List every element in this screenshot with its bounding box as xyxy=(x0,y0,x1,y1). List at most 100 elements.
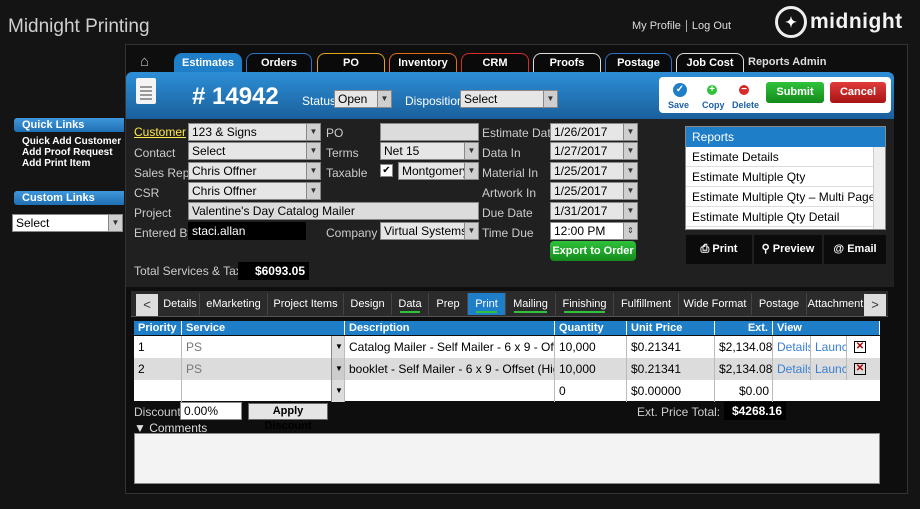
details-link[interactable]: Details xyxy=(773,358,811,380)
chevron-down-icon[interactable]: ▼ xyxy=(331,358,345,380)
cell-quantity[interactable]: 10,000 xyxy=(555,336,627,358)
preview-button[interactable]: ⚲ Preview xyxy=(754,235,822,264)
customer-link[interactable]: Customer xyxy=(134,125,186,139)
subtab-design[interactable]: Design xyxy=(344,293,392,315)
save-button[interactable]: Save xyxy=(668,100,689,110)
csr-select[interactable]: Chris Offner ▼ xyxy=(188,182,321,200)
print-button[interactable]: ⎙ Print xyxy=(686,235,752,264)
report-item[interactable]: Estimate Multiple Qty xyxy=(686,167,885,187)
material-in-value: 1/25/2017 xyxy=(554,164,608,178)
company-select[interactable]: Virtual Systems ▼ xyxy=(380,222,479,240)
cell-unit-price[interactable]: $0.00000 xyxy=(627,380,715,402)
po-label: PO xyxy=(326,126,344,140)
cell-unit-price[interactable]: $0.21341 xyxy=(627,336,715,358)
chevron-left-icon[interactable]: < xyxy=(136,294,158,316)
add-print-item-link[interactable]: Add Print Item xyxy=(22,158,90,169)
delete-row-icon[interactable]: ✕ xyxy=(854,341,866,353)
terms-select[interactable]: Net 15 ▼ xyxy=(380,142,479,160)
discount-input[interactable]: 0.00% xyxy=(180,402,242,420)
artwork-in-picker[interactable]: 1/25/2017 ▼ xyxy=(550,182,638,200)
cell-service[interactable]: PS xyxy=(182,358,345,380)
chevron-down-icon[interactable]: ▼ xyxy=(331,336,345,358)
home-icon[interactable]: ⌂ xyxy=(140,53,160,70)
subtab-details[interactable]: Details xyxy=(161,293,200,315)
subtab-mailing[interactable]: Mailing xyxy=(506,293,556,315)
chevron-right-icon[interactable]: > xyxy=(864,294,886,316)
tab-orders[interactable]: Orders xyxy=(246,53,312,73)
tab-inventory[interactable]: Inventory xyxy=(389,53,457,73)
export-to-order-button[interactable]: Export to Order xyxy=(550,241,636,261)
cancel-button[interactable]: Cancel xyxy=(830,82,886,103)
status-select[interactable]: Open ▼ xyxy=(334,90,392,108)
tax-location-select[interactable]: Montgomery ▼ xyxy=(398,162,479,180)
time-due-spinner[interactable]: 12:00 PM ⇕ xyxy=(550,222,638,240)
launch-link[interactable]: Launch xyxy=(811,336,847,358)
report-item[interactable]: Estimate Details xyxy=(686,147,885,167)
customer-select[interactable]: 123 & Signs ▼ xyxy=(188,123,321,141)
cell-service[interactable]: PS xyxy=(182,336,345,358)
comments-textarea[interactable] xyxy=(134,433,880,484)
reports-admin-link[interactable]: Reports Admin xyxy=(748,56,826,68)
tab-postage[interactable]: Postage xyxy=(605,53,672,73)
save-icon[interactable]: ✓ xyxy=(673,83,687,97)
cell-description[interactable]: booklet - Self Mailer - 6 x 9 - Offset (… xyxy=(345,358,555,380)
cell-quantity[interactable]: 0 xyxy=(555,380,627,402)
custom-links-select[interactable]: Select ▼ xyxy=(12,214,123,232)
subtab-data[interactable]: Data xyxy=(392,293,429,315)
chevron-down-icon: ▼ xyxy=(623,183,637,199)
subtab-prep[interactable]: Prep xyxy=(429,293,468,315)
material-in-picker[interactable]: 1/25/2017 ▼ xyxy=(550,162,638,180)
tab-po[interactable]: PO xyxy=(317,53,385,73)
delete-row-icon[interactable]: ✕ xyxy=(854,363,866,375)
subtab-project-items[interactable]: Project Items xyxy=(268,293,344,315)
artwork-in-label: Artwork In xyxy=(482,186,537,200)
estimate-date-picker[interactable]: 1/26/2017 ▼ xyxy=(550,123,638,141)
subtab-attachment[interactable]: Attachment xyxy=(807,293,865,315)
apply-discount-button[interactable]: Apply Discount xyxy=(248,403,328,432)
subtab-emarketing[interactable]: eMarketing xyxy=(200,293,268,315)
po-input[interactable] xyxy=(380,123,479,141)
logout-link[interactable]: Log Out xyxy=(685,20,737,32)
cell-description[interactable]: Catalog Mailer - Self Mailer - 6 x 9 - O… xyxy=(345,336,555,358)
taxable-checkbox[interactable]: ✔ xyxy=(380,164,393,177)
reports-scrollbar[interactable] xyxy=(873,147,885,229)
delete-icon[interactable]: − xyxy=(739,85,749,95)
subtab-wide-format[interactable]: Wide Format xyxy=(679,293,752,315)
cell-priority: 2 xyxy=(134,358,182,380)
report-item[interactable]: Estimate Multiple Qty Detail xyxy=(686,207,885,227)
subtab-print[interactable]: Print xyxy=(468,293,506,315)
logo-text: midnight xyxy=(810,10,903,33)
project-input[interactable]: Valentine's Day Catalog Mailer xyxy=(188,202,479,220)
my-profile-link[interactable]: My Profile xyxy=(627,20,686,32)
report-item[interactable]: Estimate Multiple Qty – Multi Page xyxy=(686,187,885,207)
email-button[interactable]: @ Email xyxy=(824,235,886,264)
tab-job-cost[interactable]: Job Cost xyxy=(676,53,744,73)
subtab-fulfillment[interactable]: Fulfillment xyxy=(614,293,679,315)
copy-icon[interactable]: + xyxy=(707,85,717,95)
cell-unit-price[interactable]: $0.21341 xyxy=(627,358,715,380)
copy-button[interactable]: Copy xyxy=(702,100,725,110)
time-due-label: Time Due xyxy=(482,226,534,240)
tab-estimates[interactable]: Estimates xyxy=(174,53,242,74)
taxable-label: Taxable xyxy=(326,166,368,180)
sales-rep-select[interactable]: Chris Offner ▼ xyxy=(188,162,321,180)
submit-button[interactable]: Submit xyxy=(766,82,824,103)
delete-button[interactable]: Delete xyxy=(732,100,759,110)
tab-proofs[interactable]: Proofs xyxy=(533,53,601,73)
data-in-picker[interactable]: 1/27/2017 ▼ xyxy=(550,142,638,160)
add-proof-request-link[interactable]: Add Proof Request xyxy=(22,147,113,158)
cell-service[interactable] xyxy=(182,380,345,402)
disposition-select[interactable]: Select ▼ xyxy=(460,90,558,108)
quick-add-customer-link[interactable]: Quick Add Customer xyxy=(22,136,121,147)
launch-link[interactable]: Launch xyxy=(811,358,847,380)
subtab-postage[interactable]: Postage xyxy=(752,293,807,315)
tab-crm[interactable]: CRM xyxy=(461,53,529,73)
details-link[interactable]: Details xyxy=(773,336,811,358)
preview-label: Preview xyxy=(772,243,815,255)
contact-select[interactable]: Select ▼ xyxy=(188,142,321,160)
due-date-picker[interactable]: 1/31/2017 ▼ xyxy=(550,202,638,220)
subtab-finishing[interactable]: Finishing xyxy=(556,293,614,315)
cell-quantity[interactable]: 10,000 xyxy=(555,358,627,380)
cell-description[interactable] xyxy=(345,380,555,402)
chevron-down-icon[interactable]: ▼ xyxy=(331,380,345,402)
